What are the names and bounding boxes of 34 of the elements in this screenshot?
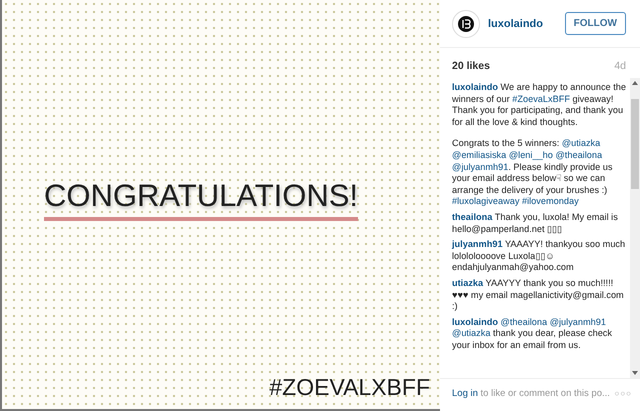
comment-link[interactable]: #ZoevaLxBFF: [512, 94, 570, 104]
scrollbar-track[interactable]: [630, 78, 640, 378]
comment-username[interactable]: julyanmh91: [452, 239, 503, 250]
comment-link[interactable]: @theailona: [555, 150, 602, 160]
comment-link[interactable]: @theailona: [500, 316, 548, 327]
comment-link[interactable]: @utiazka: [562, 138, 600, 148]
scroll-down-icon[interactable]: [632, 371, 638, 375]
comment-text: theailona Thank you, luxola! My email is hello@pamperland.net ▯▯▯: [452, 212, 619, 236]
hashtag-text: #ZOEVALXBFF: [269, 374, 430, 401]
login-prompt: Log in to like or comment on this po...: [452, 388, 610, 398]
comment-link[interactable]: @emiliasiska: [452, 150, 506, 160]
comment-username[interactable]: theailona: [452, 212, 492, 222]
username-link[interactable]: luxolaindo: [488, 18, 557, 30]
scroll-up-icon[interactable]: [632, 81, 638, 85]
comment-link[interactable]: @julyanmh91: [452, 162, 508, 172]
likes-count: 20 likes: [452, 60, 490, 72]
comment-username[interactable]: luxolaindo: [452, 316, 498, 327]
comment-text: luxolaindo We are happy to announce the winners of our #ZoevaLxBFF giveaway! Thank you for participating, and thank you for all the love & kind thoughts. Congrats to the 5 winners: @utiazka @emiliasiska @leni__ho @theailona @julyanmh91. Please kindly provide us your email address below☟ so we can arrange the delivery of your brushes :) #luxolagiveaway #ilovemonday: [452, 82, 627, 208]
comment-link[interactable]: #luxolagiveaway: [452, 196, 520, 206]
post-age: 4d: [614, 60, 626, 72]
follow-button[interactable]: FOLLOW: [564, 12, 626, 35]
scrollbar-thumb[interactable]: [631, 99, 639, 189]
comment-link[interactable]: @utiazka: [452, 328, 490, 338]
comment-username[interactable]: luxolaindo: [452, 82, 498, 92]
comment-text: luxolaindo @theailona @julyanmh91 @utiazka thank you dear, please check your inbox for an email from us.: [452, 316, 613, 352]
comment-link[interactable]: @julyanmh91: [550, 316, 606, 327]
login-link[interactable]: Log in: [452, 388, 478, 398]
headline-text: CONGRATULATIONS!: [44, 178, 358, 214]
avatar-icon[interactable]: [452, 10, 480, 38]
comment-link[interactable]: #ilovemonday: [522, 196, 579, 206]
comment-text: julyanmh91 YAAAYY! thankyou soo much lolololoooove Luxola▯▯☺ endahjulyanmah@yahoo.com: [452, 239, 626, 274]
comment-link[interactable]: @leni__ho: [508, 150, 553, 160]
comment-username[interactable]: utiazka: [452, 278, 484, 288]
comment-text: utiazka YAAYYY thank you so much!!!!! ♥♥♥ my email magellanictivity@gmail.com :): [452, 278, 625, 313]
